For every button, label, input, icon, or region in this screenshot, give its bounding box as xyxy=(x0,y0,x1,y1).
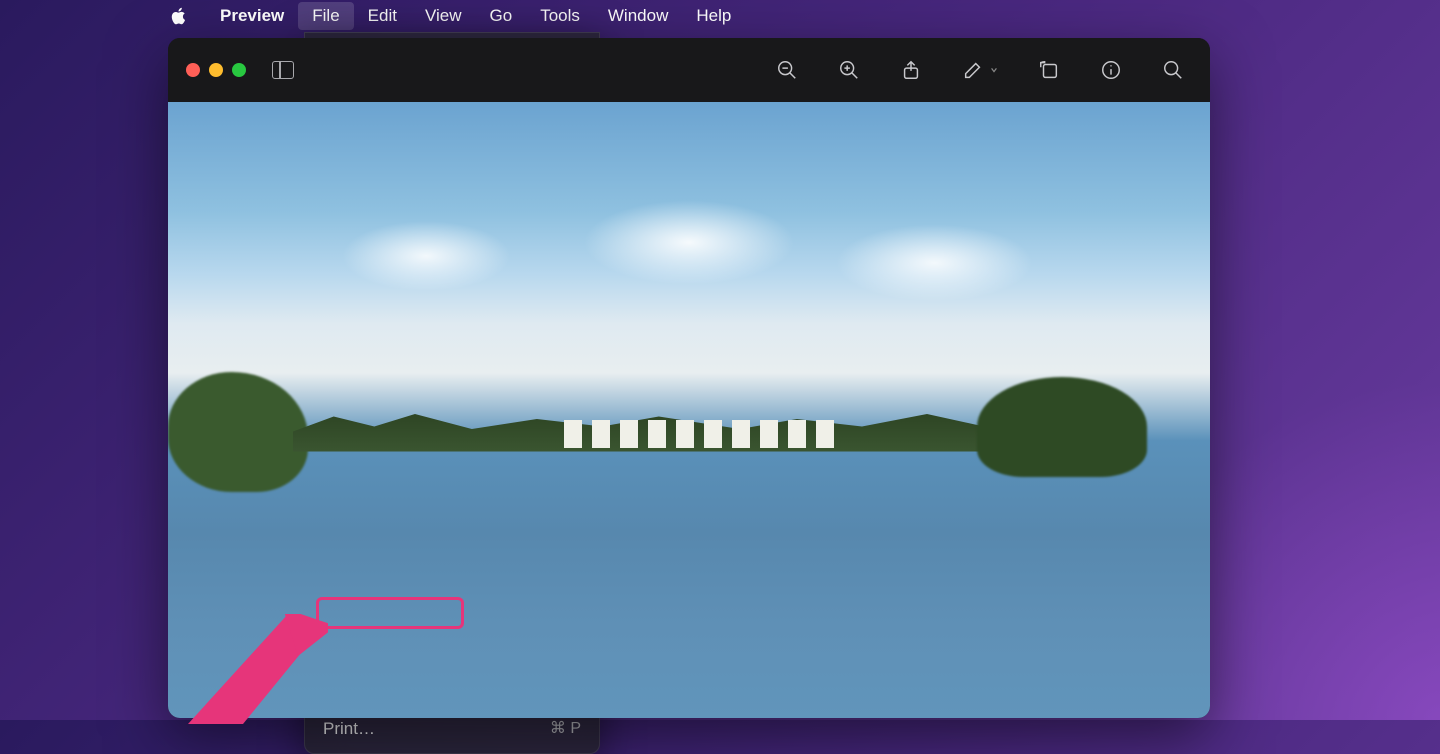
menu-item-shortcut: ⌘ P xyxy=(550,717,581,742)
menu-item-label: Print… xyxy=(323,716,375,742)
window-titlebar xyxy=(168,38,1210,102)
toolbar xyxy=(776,59,1184,81)
menubar-item-file[interactable]: File xyxy=(298,2,353,30)
image-sky-region xyxy=(251,188,1126,324)
markup-chevron-icon[interactable] xyxy=(990,66,998,74)
window-controls xyxy=(186,63,246,77)
apple-logo-icon[interactable] xyxy=(170,7,188,25)
menubar-app-name[interactable]: Preview xyxy=(206,2,298,30)
info-icon[interactable] xyxy=(1100,59,1122,81)
image-horizon-region xyxy=(168,392,1210,515)
share-icon[interactable] xyxy=(900,59,922,81)
menubar-item-help[interactable]: Help xyxy=(682,2,745,30)
close-window-button[interactable] xyxy=(186,63,200,77)
fullscreen-window-button[interactable] xyxy=(232,63,246,77)
search-icon[interactable] xyxy=(1162,59,1184,81)
menubar-item-edit[interactable]: Edit xyxy=(354,2,411,30)
zoom-in-icon[interactable] xyxy=(838,59,860,81)
menubar-item-tools[interactable]: Tools xyxy=(526,2,594,30)
sidebar-toggle-icon[interactable] xyxy=(272,61,294,79)
minimize-window-button[interactable] xyxy=(209,63,223,77)
menubar-item-view[interactable]: View xyxy=(411,2,476,30)
menubar-item-go[interactable]: Go xyxy=(476,2,527,30)
system-menubar: Preview File Edit View Go Tools Window H… xyxy=(150,0,755,32)
preview-window xyxy=(168,38,1210,718)
markup-icon[interactable] xyxy=(962,59,984,81)
rotate-icon[interactable] xyxy=(1038,59,1060,81)
zoom-out-icon[interactable] xyxy=(776,59,798,81)
image-canvas[interactable] xyxy=(168,102,1210,718)
menubar-item-window[interactable]: Window xyxy=(594,2,682,30)
